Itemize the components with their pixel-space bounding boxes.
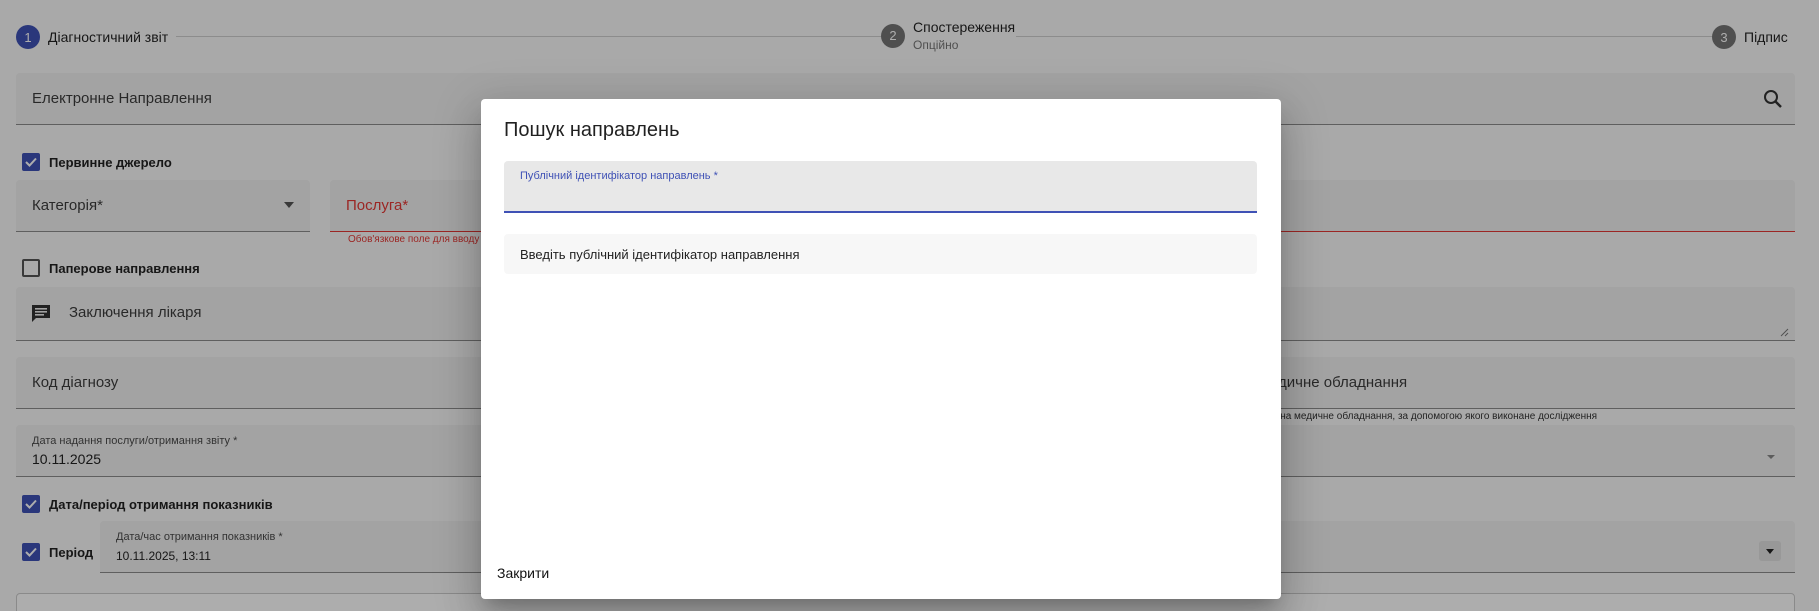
dialog-title: Пошук направлень xyxy=(504,119,680,141)
referral-id-input[interactable] xyxy=(520,185,1240,207)
close-button[interactable]: Закрити xyxy=(489,559,557,587)
referral-id-label: Публічний ідентифікатор направлень * xyxy=(520,170,718,182)
dialog-message: Введіть публічний ідентифікатор направле… xyxy=(504,234,1257,274)
referral-search-dialog: Пошук направлень Публічний ідентифікатор… xyxy=(481,99,1281,599)
referral-id-field[interactable]: Публічний ідентифікатор направлень * xyxy=(504,161,1257,213)
